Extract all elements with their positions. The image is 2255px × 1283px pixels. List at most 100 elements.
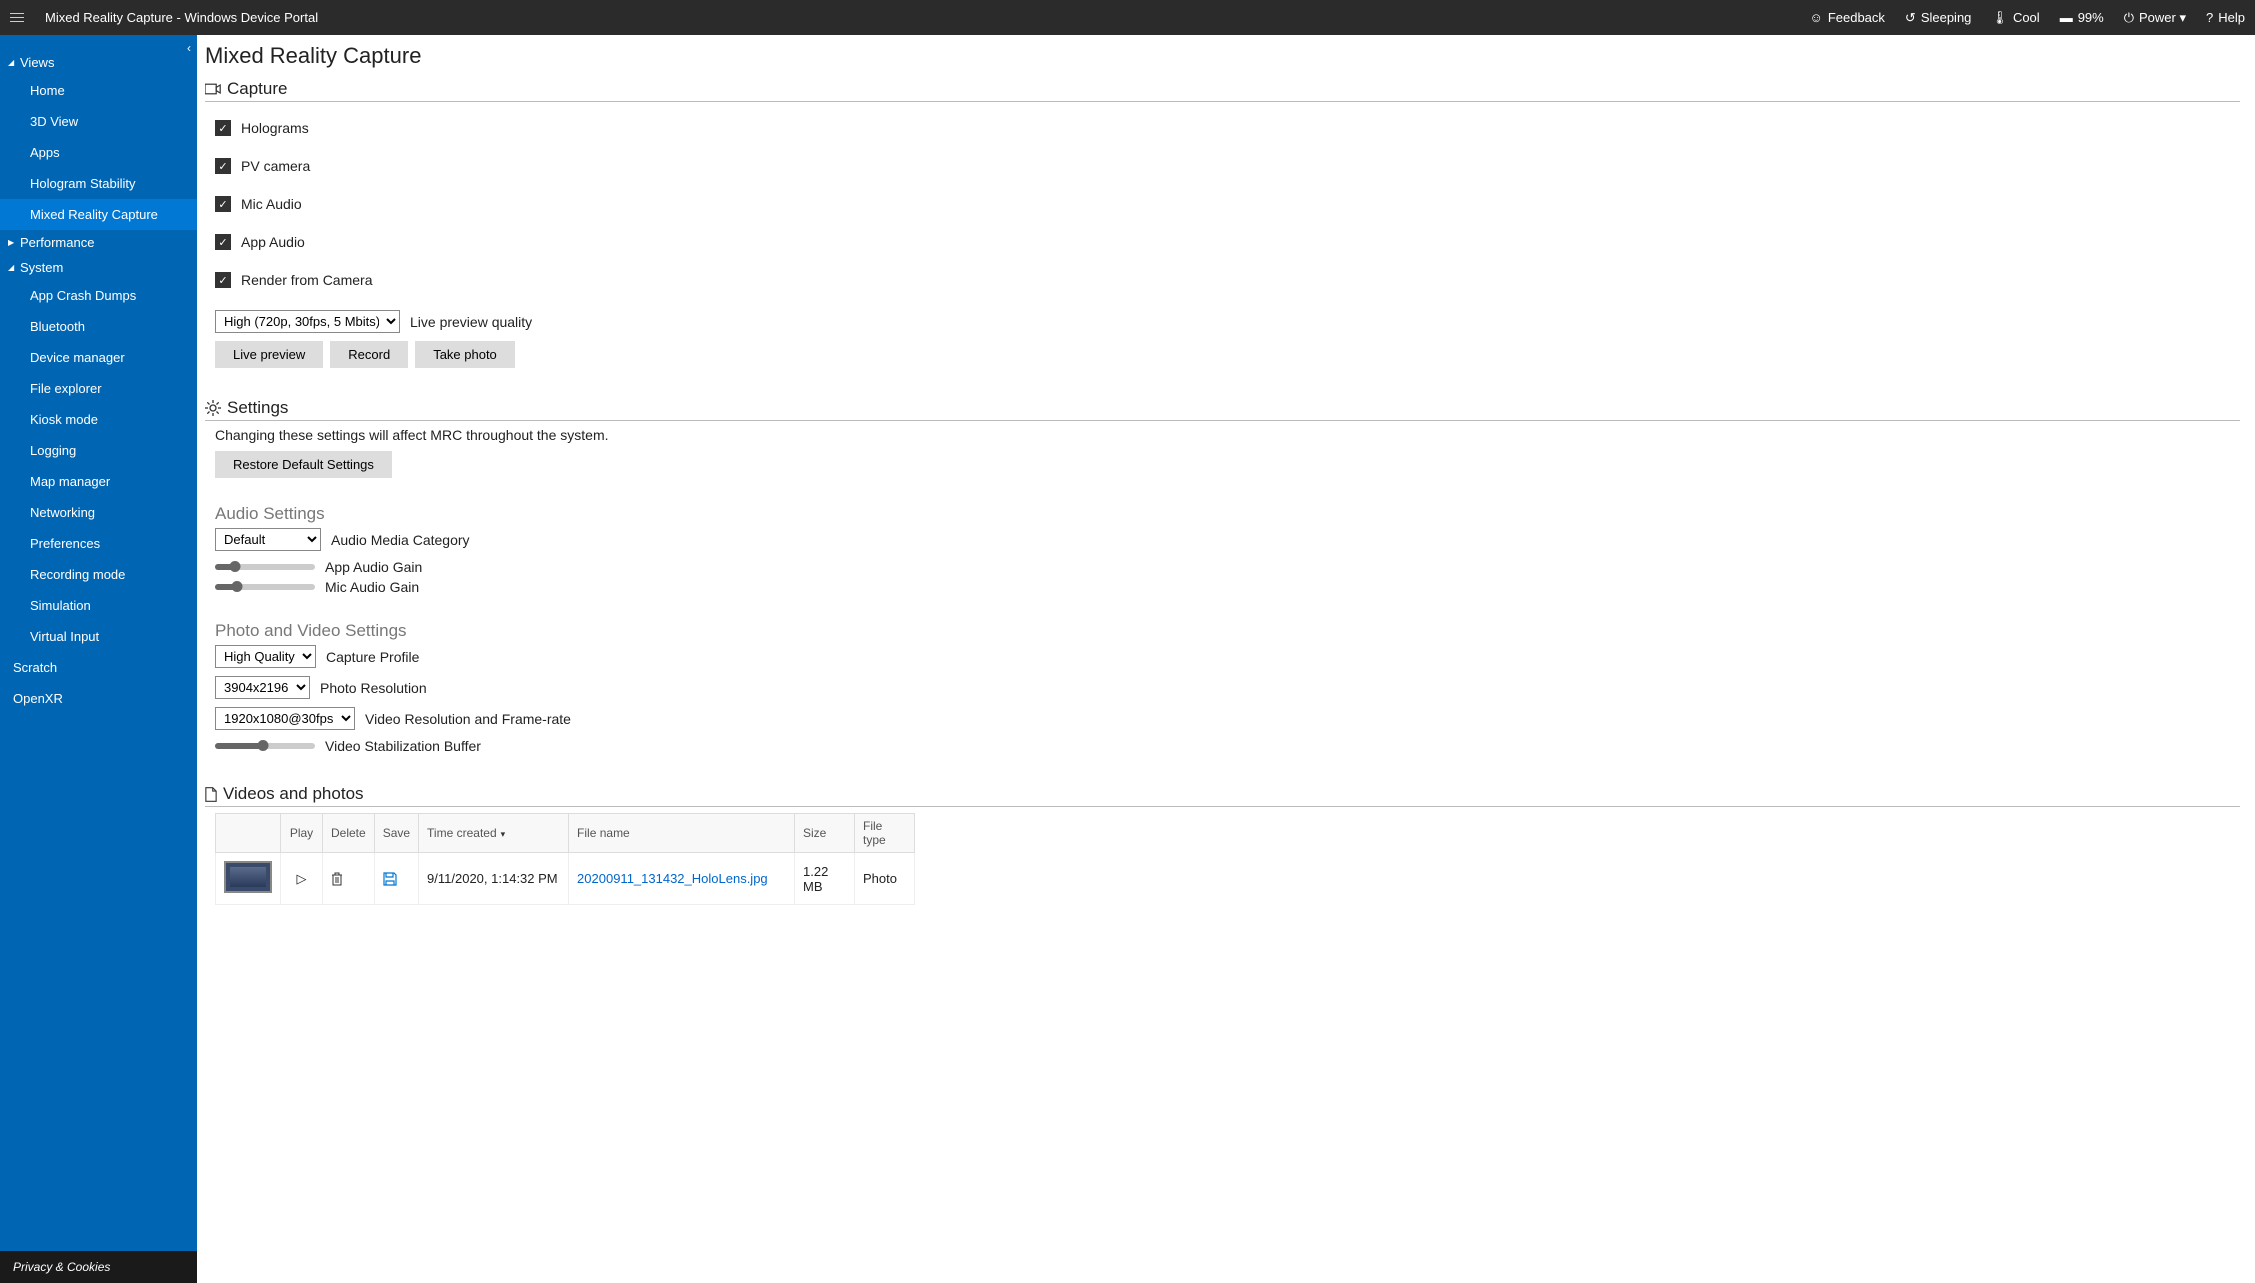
- take-photo-button[interactable]: Take photo: [415, 341, 515, 368]
- sidebar-item-apps[interactable]: Apps: [0, 137, 197, 168]
- videos-photos-section-header: Videos and photos: [205, 784, 2240, 807]
- main-content: Mixed Reality Capture Capture ✓Holograms…: [197, 35, 2255, 1283]
- sidebar-item-home[interactable]: Home: [0, 75, 197, 106]
- sidebar-item-networking[interactable]: Networking: [0, 497, 197, 528]
- time-cell: 9/11/2020, 1:14:32 PM: [419, 853, 569, 905]
- sidebar-section-system[interactable]: ◢System: [0, 255, 197, 280]
- temperature-status[interactable]: 🌡Cool: [1991, 10, 2039, 26]
- size-cell: 1.22 MB: [795, 853, 855, 905]
- live-preview-quality-label: Live preview quality: [410, 314, 532, 330]
- col-file[interactable]: File name: [569, 814, 795, 853]
- checkbox-label: Render from Camera: [241, 272, 373, 288]
- sidebar-item-app-crash-dumps[interactable]: App Crash Dumps: [0, 280, 197, 311]
- page-title: Mixed Reality Capture: [205, 43, 2240, 69]
- checkbox-app-audio[interactable]: ✓: [215, 234, 231, 250]
- checkbox-label: PV camera: [241, 158, 310, 174]
- col-type[interactable]: File type: [855, 814, 915, 853]
- sidebar-item-hologram-stability[interactable]: Hologram Stability: [0, 168, 197, 199]
- thumbnail-icon: [224, 861, 272, 893]
- sidebar-item-recording-mode[interactable]: Recording mode: [0, 559, 197, 590]
- sidebar-item-bluetooth[interactable]: Bluetooth: [0, 311, 197, 342]
- checkbox-label: Mic Audio: [241, 196, 302, 212]
- col-size[interactable]: Size: [795, 814, 855, 853]
- checkbox-render-from-camera[interactable]: ✓: [215, 272, 231, 288]
- sidebar-item-3d-view[interactable]: 3D View: [0, 106, 197, 137]
- app-audio-gain-slider[interactable]: [215, 564, 315, 570]
- app-header: Mixed Reality Capture - Windows Device P…: [0, 0, 2255, 35]
- col-time[interactable]: Time created: [419, 814, 569, 853]
- capture-profile-select[interactable]: High Quality: [215, 645, 316, 668]
- power-icon: ⏻: [2124, 10, 2134, 26]
- restore-defaults-button[interactable]: Restore Default Settings: [215, 451, 392, 478]
- live-preview-quality-select[interactable]: High (720p, 30fps, 5 Mbits): [215, 310, 400, 333]
- settings-section-header: Settings: [205, 398, 2240, 421]
- sidebar-item-simulation[interactable]: Simulation: [0, 590, 197, 621]
- live-preview-button[interactable]: Live preview: [215, 341, 323, 368]
- col-delete[interactable]: Delete: [323, 814, 375, 853]
- sidebar-item-scratch[interactable]: Scratch: [0, 652, 197, 683]
- sidebar-item-virtual-input[interactable]: Virtual Input: [0, 621, 197, 652]
- audio-media-category-select[interactable]: Default: [215, 528, 321, 551]
- sidebar-item-mixed-reality-capture[interactable]: Mixed Reality Capture: [0, 199, 197, 230]
- save-button[interactable]: [374, 853, 418, 905]
- checkbox-mic-audio[interactable]: ✓: [215, 196, 231, 212]
- file-icon: [205, 787, 217, 802]
- camera-icon: [205, 83, 221, 95]
- sidebar-item-device-manager[interactable]: Device manager: [0, 342, 197, 373]
- sleep-status[interactable]: ↺Sleeping: [1905, 10, 1972, 26]
- mic-audio-gain-label: Mic Audio Gain: [325, 579, 419, 595]
- save-icon: [383, 872, 397, 886]
- photo-resolution-select[interactable]: 3904x2196: [215, 676, 310, 699]
- checkbox-label: Holograms: [241, 120, 309, 136]
- triangle-down-icon: ◢: [8, 263, 18, 272]
- delete-button[interactable]: [323, 853, 375, 905]
- audio-settings-heading: Audio Settings: [215, 504, 2240, 524]
- col-play[interactable]: Play: [281, 814, 323, 853]
- capture-profile-label: Capture Profile: [326, 649, 419, 665]
- help-button[interactable]: ?Help: [2206, 10, 2245, 25]
- thermometer-icon: 🌡: [1991, 10, 2008, 26]
- sidebar-section-performance[interactable]: ▶Performance: [0, 230, 197, 255]
- checkbox-holograms[interactable]: ✓: [215, 120, 231, 136]
- battery-icon: ▬: [2060, 10, 2073, 25]
- trash-icon: [331, 872, 343, 886]
- app-audio-gain-label: App Audio Gain: [325, 559, 422, 575]
- video-stabilization-label: Video Stabilization Buffer: [325, 738, 481, 754]
- photo-video-settings-heading: Photo and Video Settings: [215, 621, 2240, 641]
- checkbox-pv-camera[interactable]: ✓: [215, 158, 231, 174]
- sidebar: ‹ ◢ViewsHome3D ViewAppsHologram Stabilit…: [0, 35, 197, 1283]
- media-table: Play Delete Save Time created File name …: [215, 813, 915, 905]
- filename-cell[interactable]: 20200911_131432_HoloLens.jpg: [569, 853, 795, 905]
- power-menu[interactable]: ⏻Power ▾: [2124, 10, 2186, 26]
- sidebar-item-preferences[interactable]: Preferences: [0, 528, 197, 559]
- type-cell: Photo: [855, 853, 915, 905]
- privacy-link[interactable]: Privacy & Cookies: [0, 1251, 197, 1283]
- triangle-right-icon: ▶: [8, 238, 18, 247]
- triangle-down-icon: ◢: [8, 58, 18, 67]
- photo-resolution-label: Photo Resolution: [320, 680, 427, 696]
- sidebar-item-openxr[interactable]: OpenXR: [0, 683, 197, 714]
- sidebar-section-views[interactable]: ◢Views: [0, 50, 197, 75]
- play-button[interactable]: ▷: [281, 853, 323, 905]
- history-icon: ↺: [1905, 10, 1916, 26]
- checkbox-label: App Audio: [241, 234, 305, 250]
- record-button[interactable]: Record: [330, 341, 408, 368]
- mic-audio-gain-slider[interactable]: [215, 584, 315, 590]
- table-row: ▷ 9/11/2020, 1:14:32 PM20200911_131432_Ho…: [216, 853, 915, 905]
- audio-media-category-label: Audio Media Category: [331, 532, 470, 548]
- col-save[interactable]: Save: [374, 814, 418, 853]
- sidebar-item-logging[interactable]: Logging: [0, 435, 197, 466]
- sidebar-item-kiosk-mode[interactable]: Kiosk mode: [0, 404, 197, 435]
- question-icon: ?: [2206, 10, 2213, 25]
- feedback-button[interactable]: ☺Feedback: [1810, 10, 1885, 25]
- sidebar-item-file-explorer[interactable]: File explorer: [0, 373, 197, 404]
- collapse-sidebar-icon[interactable]: ‹: [187, 41, 191, 55]
- video-stabilization-slider[interactable]: [215, 743, 315, 749]
- window-title: Mixed Reality Capture - Windows Device P…: [45, 10, 1810, 25]
- settings-description: Changing these settings will affect MRC …: [215, 427, 2240, 443]
- sidebar-item-map-manager[interactable]: Map manager: [0, 466, 197, 497]
- video-resolution-select[interactable]: 1920x1080@30fps: [215, 707, 355, 730]
- battery-status[interactable]: ▬99%: [2060, 10, 2104, 25]
- smile-icon: ☺: [1810, 10, 1823, 25]
- hamburger-menu-icon[interactable]: [10, 8, 30, 28]
